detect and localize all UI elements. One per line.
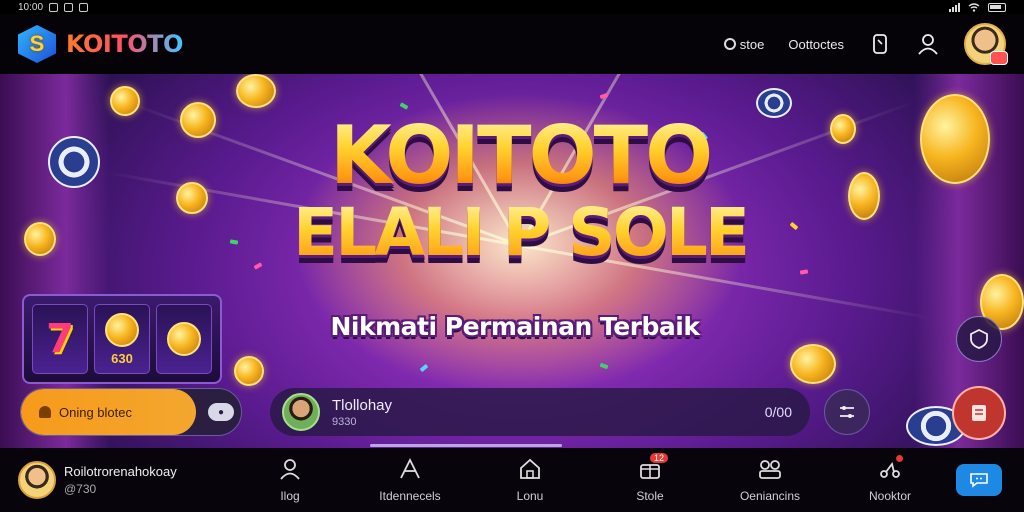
filter-icon <box>840 406 854 418</box>
winner-ticker[interactable]: Tlollohay 9330 0/00 <box>270 388 810 436</box>
player-sub: 9330 <box>332 415 357 428</box>
hero-banner[interactable]: KOITOTO ELALI P SOLE Nikmati Permainan T… <box>0 74 1024 448</box>
coin-icon <box>167 322 201 356</box>
header-link-oottoctes[interactable]: Oottoctes <box>788 37 844 52</box>
coin-icon <box>105 312 139 347</box>
coin-icon <box>180 102 216 138</box>
player-name: Tlollohay <box>332 396 393 414</box>
slot-amount: 630 <box>111 350 133 366</box>
header-link-stoe[interactable]: stoe <box>723 36 765 52</box>
coin-icon <box>110 86 140 116</box>
carousel-indicator[interactable] <box>370 444 562 447</box>
promo-button[interactable]: Oning blotec ● <box>20 388 242 436</box>
nav-item-ilog[interactable]: Ilog <box>230 457 350 503</box>
profile-summary[interactable]: Roilotrorenahokoay @730 <box>0 461 230 499</box>
slot-reel <box>156 304 212 374</box>
banner-tagline: Nikmati Permainan Terbaik <box>330 312 700 341</box>
chat-icon <box>970 473 988 488</box>
shield-button[interactable] <box>956 316 1002 362</box>
notification-dot <box>896 455 903 462</box>
team-icon <box>759 460 781 479</box>
nav-item-lonu[interactable]: Lonu <box>470 457 590 503</box>
nav-label: Oeniancins <box>739 489 801 503</box>
avatar-badge-icon <box>990 51 1008 65</box>
coin-icon <box>848 172 880 220</box>
chat-button[interactable] <box>956 464 1002 496</box>
coin-icon <box>790 344 836 384</box>
user-icon <box>280 459 300 480</box>
nav-label: Nooktor <box>868 489 912 503</box>
wifi-icon <box>968 2 980 12</box>
slot-symbol: 7 <box>46 316 74 362</box>
profile-balance: @730 <box>64 482 97 496</box>
card-icon <box>972 405 986 421</box>
coin-icon <box>24 222 56 256</box>
nav-badge: 12 <box>650 453 669 463</box>
header-link-label: stoe <box>739 36 765 52</box>
brand-name: KOITOTO <box>66 30 183 58</box>
slot-machine[interactable]: 7 630 <box>22 294 222 384</box>
coin-icon <box>234 356 264 386</box>
banner-subtitle: ELALI P SOLE <box>250 198 790 268</box>
nav-item-oeniancins[interactable]: Oeniancins <box>710 457 830 503</box>
status-time: 10:00 <box>18 1 44 13</box>
nav-label: Itdennecels <box>379 489 441 503</box>
logo-icon: S <box>18 25 56 63</box>
poker-chip-icon <box>48 136 100 188</box>
chat-bubble-icon[interactable]: ● <box>208 403 234 421</box>
player-amount: 0/00 <box>764 404 792 420</box>
filter-button[interactable] <box>824 389 870 435</box>
header-link-label: Oottoctes <box>788 36 844 52</box>
avatar <box>282 393 320 431</box>
status-bar: 10:00 <box>0 0 1024 14</box>
bell-icon <box>39 406 51 418</box>
brand-logo[interactable]: S KOITOTO <box>18 25 183 63</box>
notification-icon <box>64 2 74 12</box>
coin-icon <box>176 182 208 214</box>
coin-icon <box>236 74 276 108</box>
nav-item-nooktor[interactable]: Nooktor <box>830 455 950 503</box>
coin-icon <box>723 38 736 50</box>
notification-icon <box>49 2 59 12</box>
nav-label: Ilog <box>280 489 300 503</box>
menu-button[interactable] <box>952 386 1006 440</box>
nav-label: Lonu <box>516 489 544 503</box>
battery-icon <box>988 2 1006 12</box>
slot-reel: 630 <box>94 304 150 374</box>
nav-label: Stole <box>636 489 664 503</box>
nav-item-itdennecels[interactable]: Itdennecels <box>350 457 470 503</box>
shield-icon <box>970 328 988 349</box>
phone-icon[interactable] <box>868 32 892 56</box>
app-header: S KOITOTO stoe Oottoctes <box>0 14 1024 74</box>
bottom-nav: Roilotrorenahokoay @730 Ilog Itdennecels… <box>0 448 1024 512</box>
coin-icon <box>830 114 856 144</box>
home-icon <box>520 458 540 479</box>
banner-title: KOITOTO <box>250 114 790 198</box>
avatar[interactable] <box>964 23 1008 65</box>
profile-name: Roilotrorenahokoay <box>64 464 177 479</box>
slot-reel: 7 <box>32 304 88 374</box>
avatar <box>18 461 56 499</box>
promo-label: Oning blotec <box>59 404 132 420</box>
banner-headline: KOITOTO ELALI P SOLE <box>250 114 790 268</box>
user-icon[interactable] <box>916 32 940 56</box>
signal-icon <box>949 2 960 12</box>
notification-icon <box>79 2 89 12</box>
nav-item-stole[interactable]: 12 Stole <box>590 453 710 503</box>
growth-icon <box>400 457 420 479</box>
coin-icon <box>920 94 990 184</box>
